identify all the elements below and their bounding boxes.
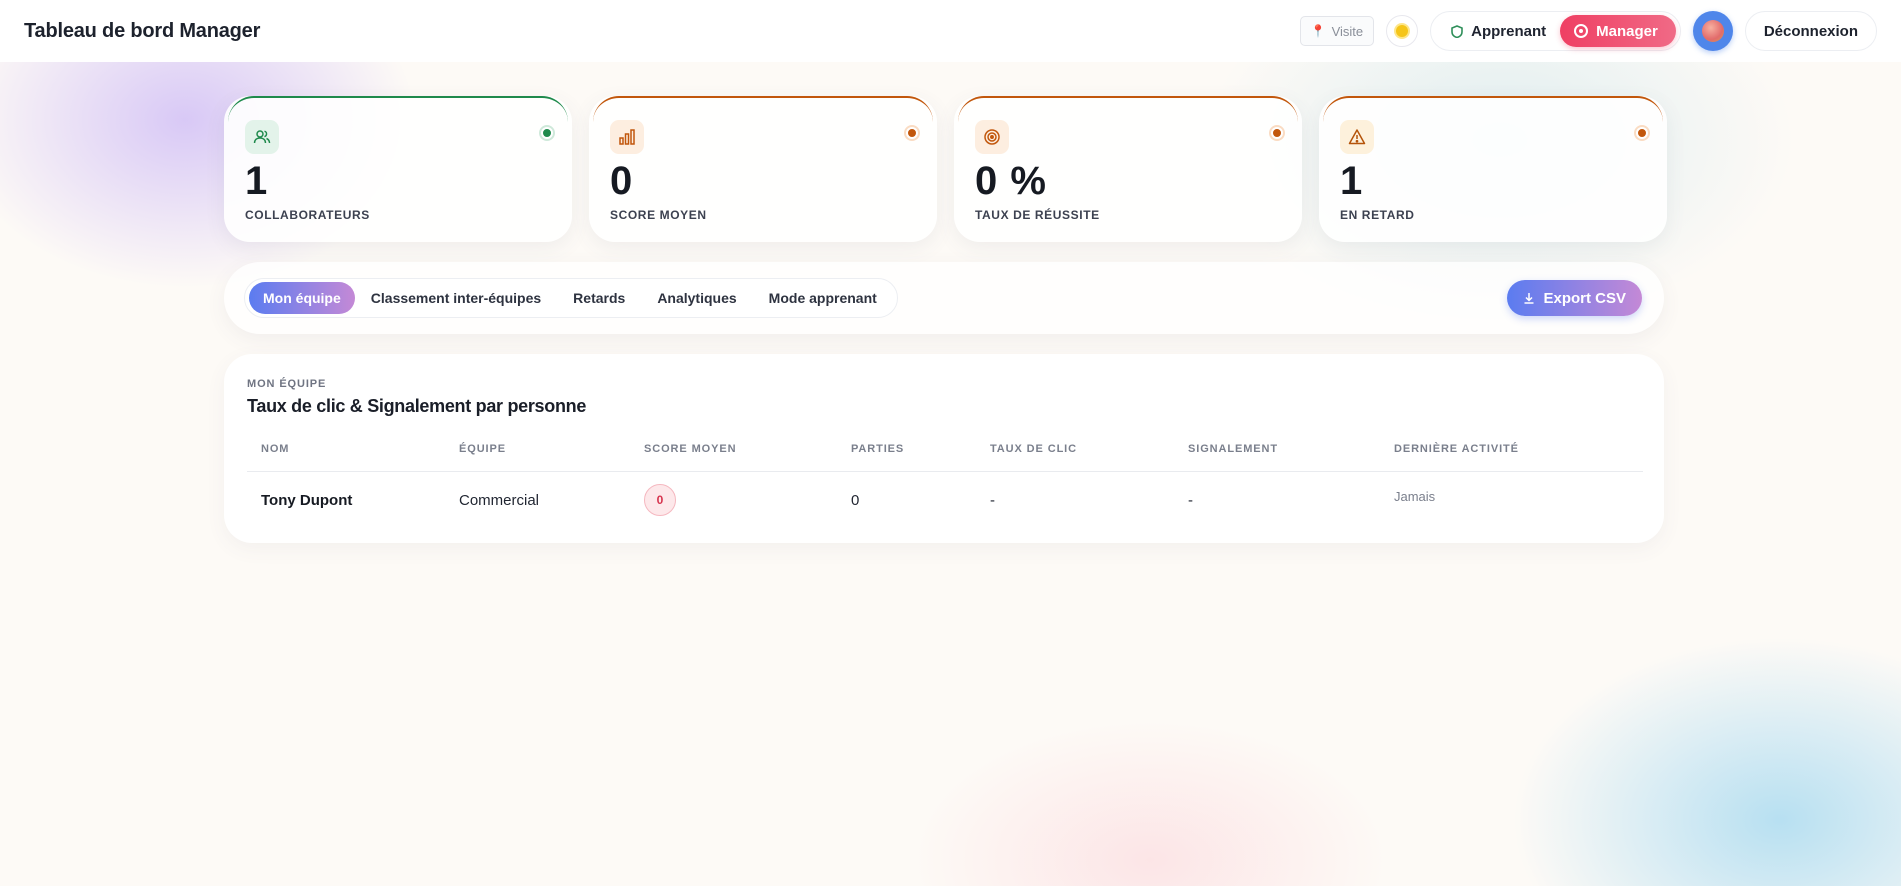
cell-score: 0 (644, 472, 676, 528)
cell-reporting: - (1188, 491, 1193, 509)
column-header-taux-de-clic[interactable]: TAUX DE CLIC (990, 443, 1077, 455)
bar-chart-icon (610, 120, 644, 154)
column-header-nom[interactable]: NOM (261, 443, 289, 455)
column-header-parties[interactable]: PARTIES (851, 443, 904, 455)
users-icon (245, 120, 279, 154)
tab-mon-equipe[interactable]: Mon équipe (249, 282, 355, 314)
column-header-equipe[interactable]: ÉQUIPE (459, 443, 506, 455)
shield-icon (1451, 24, 1463, 38)
warning-icon (1340, 120, 1374, 154)
column-header-score-moyen[interactable]: SCORE MOYEN (644, 443, 736, 455)
tabs-panel: Mon équipe Classement inter-équipes Reta… (224, 262, 1664, 334)
table-row[interactable]: Tony Dupont Commercial 0 0 - - Jamais (247, 472, 1643, 528)
status-dot (1636, 127, 1648, 139)
status-dot (541, 127, 553, 139)
cell-games: 0 (851, 491, 860, 509)
tab-list: Mon équipe Classement inter-équipes Reta… (244, 278, 898, 318)
export-csv-button[interactable]: Export CSV (1507, 280, 1642, 316)
target-icon (975, 120, 1009, 154)
cell-click-rate: - (990, 491, 995, 509)
role-manager-button[interactable]: Manager (1560, 15, 1676, 47)
table-header: NOM ÉQUIPE SCORE MOYEN PARTIES TAUX DE C… (247, 434, 1643, 472)
stat-card-score-moyen: 0 SCORE MOYEN (589, 96, 937, 242)
stat-card-taux-reussite: 0 % TAUX DE RÉUSSITE (954, 96, 1302, 242)
role-apprenant-button[interactable]: Apprenant (1451, 23, 1546, 40)
sun-icon (1396, 25, 1409, 37)
page-title: Tableau de bord Manager (24, 19, 261, 42)
stat-label: TAUX DE RÉUSSITE (975, 208, 1100, 222)
logout-button[interactable]: Déconnexion (1744, 11, 1877, 51)
column-header-derniere-activite[interactable]: DERNIÈRE ACTIVITÉ (1394, 443, 1519, 455)
tab-classement-inter-equipes[interactable]: Classement inter-équipes (355, 282, 557, 314)
tab-retards[interactable]: Retards (557, 282, 641, 314)
role-manager-label: Manager (1596, 22, 1658, 40)
stat-label: EN RETARD (1340, 208, 1415, 222)
stat-value: 0 (610, 159, 634, 203)
avatar[interactable] (1692, 11, 1733, 51)
stat-label: COLLABORATEURS (245, 208, 370, 222)
cell-name: Tony Dupont (261, 491, 353, 509)
avatar-image (1701, 20, 1724, 42)
export-label: Export CSV (1543, 289, 1626, 307)
status-dot (906, 127, 918, 139)
role-apprenant-label: Apprenant (1471, 22, 1547, 40)
cell-last-activity: Jamais (1394, 489, 1436, 504)
download-icon (1524, 293, 1534, 304)
stat-label: SCORE MOYEN (610, 208, 707, 222)
stat-card-en-retard: 1 EN RETARD (1319, 96, 1667, 242)
team-table-panel: MON ÉQUIPE Taux de clic & Signalement pa… (224, 354, 1664, 543)
status-dot (1271, 127, 1283, 139)
top-bar: Tableau de bord Manager 📍 Visite Apprena… (0, 0, 1901, 62)
stats-row: 1 COLLABORATEURS 0 SCORE MOYEN 0 % TAUX … (224, 96, 1667, 242)
section-kicker: MON ÉQUIPE (247, 378, 327, 390)
stat-value: 1 (1340, 159, 1364, 203)
visit-button[interactable]: 📍 Visite (1299, 16, 1375, 46)
stat-card-collaborateurs: 1 COLLABORATEURS (224, 96, 572, 242)
tab-mode-apprenant[interactable]: Mode apprenant (753, 282, 893, 314)
column-header-signalement[interactable]: SIGNALEMENT (1188, 443, 1278, 455)
role-switch: Apprenant Manager (1430, 11, 1681, 51)
visit-label: Visite (1331, 23, 1364, 39)
tab-analytiques[interactable]: Analytiques (641, 282, 752, 314)
pin-icon: 📍 (1310, 24, 1326, 38)
stat-value: 0 % (975, 159, 1047, 203)
section-title: Taux de clic & Signalement par personne (247, 396, 587, 416)
score-badge: 0 (644, 484, 676, 516)
stat-value: 1 (245, 159, 269, 203)
cell-team: Commercial (459, 491, 540, 509)
theme-toggle-button[interactable] (1386, 15, 1419, 47)
target-icon (1574, 24, 1589, 38)
top-actions: 📍 Visite Apprenant Manager Déconnexion (1299, 11, 1877, 51)
